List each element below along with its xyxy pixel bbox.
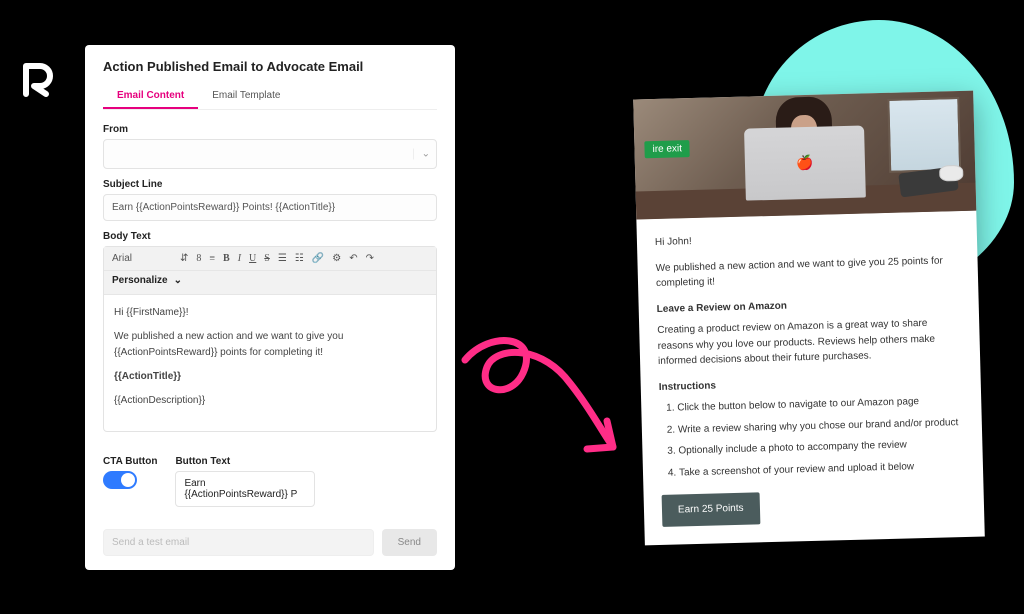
subject-input[interactable]: Earn {{ActionPointsReward}} Points! {{Ac… [103,194,437,221]
undo-icon[interactable]: ↶ [349,253,357,264]
body-line: We published a new action and we want to… [114,329,426,361]
bold-button[interactable]: B [223,253,230,264]
exit-sign: ire exit [644,140,690,158]
preview-steps: Click the button below to navigate to ou… [677,393,965,480]
hero-window [887,97,961,173]
button-text-input[interactable]: Earn {{ActionPointsReward}} P [175,471,315,507]
button-text-label: Button Text [175,456,315,467]
rte-body[interactable]: Hi {{FirstName}}! We published a new act… [104,295,436,431]
ul-icon[interactable]: ☷ [295,253,304,264]
subject-label: Subject Line [103,179,437,190]
send-test-button[interactable]: Send [382,529,437,556]
align-icon[interactable]: ≡ [209,253,215,264]
redo-icon[interactable]: ↷ [366,253,374,264]
editor-tabs: Email Content Email Template [103,84,437,110]
chevron-down-icon: ⌄ [174,275,182,286]
hero-image: ire exit [633,91,976,220]
body-label: Body Text [103,231,437,242]
email-editor-panel: Action Published Email to Advocate Email… [85,45,455,570]
list-item: Take a screenshot of your review and upl… [679,457,965,480]
font-select[interactable]: Arial [112,253,172,264]
link-icon[interactable]: 🔗 [312,253,324,264]
chevron-down-icon: ⌄ [413,149,430,160]
preview-intro: We published a new action and we want to… [655,253,960,292]
strike-button[interactable]: S [264,253,270,264]
personalize-dropdown[interactable]: Personalize [112,275,168,286]
ol-icon[interactable]: ☰ [278,253,287,264]
rte-toolbar-row2: Personalize ⌄ [104,271,436,295]
preview-cta-button[interactable]: Earn 25 Points [662,492,760,526]
hero-person-shoe [939,165,963,182]
preview-action-title: Leave a Review on Amazon [657,294,961,317]
list-item: Write a review sharing why you chose our… [678,414,964,437]
brand-logo [20,60,60,100]
list-item: Click the button below to navigate to ou… [677,393,963,416]
rte-toolbar: Arial ⇵ 8 ≡ B I U S ☰ ☷ 🔗 ⚙ ↶ ↷ [104,247,436,271]
preview-greeting: Hi John! [655,227,959,250]
cta-toggle-label: CTA Button [103,456,157,467]
body-line: Hi {{FirstName}}! [114,305,426,321]
preview-action-desc: Creating a product review on Amazon is a… [657,315,962,369]
list-item: Optionally include a photo to accompany … [678,436,964,459]
panel-title: Action Published Email to Advocate Email [103,59,437,74]
tab-email-content[interactable]: Email Content [103,84,198,109]
from-select[interactable]: ⌄ [103,139,437,169]
rich-text-editor: Arial ⇵ 8 ≡ B I U S ☰ ☷ 🔗 ⚙ ↶ ↷ Personal… [103,246,437,432]
italic-button[interactable]: I [238,253,241,264]
code-icon[interactable]: ⚙ [332,253,341,264]
preview-instructions-label: Instructions [659,372,963,395]
font-size-icon[interactable]: ⇵ [180,253,188,264]
arrow-annotation [445,325,645,485]
body-line: {{ActionTitle}} [114,369,426,385]
cta-toggle[interactable] [103,471,137,489]
test-email-input[interactable]: Send a test email [103,529,374,556]
email-preview-panel: ire exit Hi John! We published a new act… [633,91,985,545]
font-size-value[interactable]: 8 [196,253,201,264]
preview-body: Hi John! We published a new action and w… [636,211,984,545]
body-line: {{ActionDescription}} [114,393,426,409]
from-label: From [103,124,437,135]
tab-email-template[interactable]: Email Template [198,84,294,109]
hero-laptop [744,125,866,200]
underline-button[interactable]: U [249,253,256,264]
